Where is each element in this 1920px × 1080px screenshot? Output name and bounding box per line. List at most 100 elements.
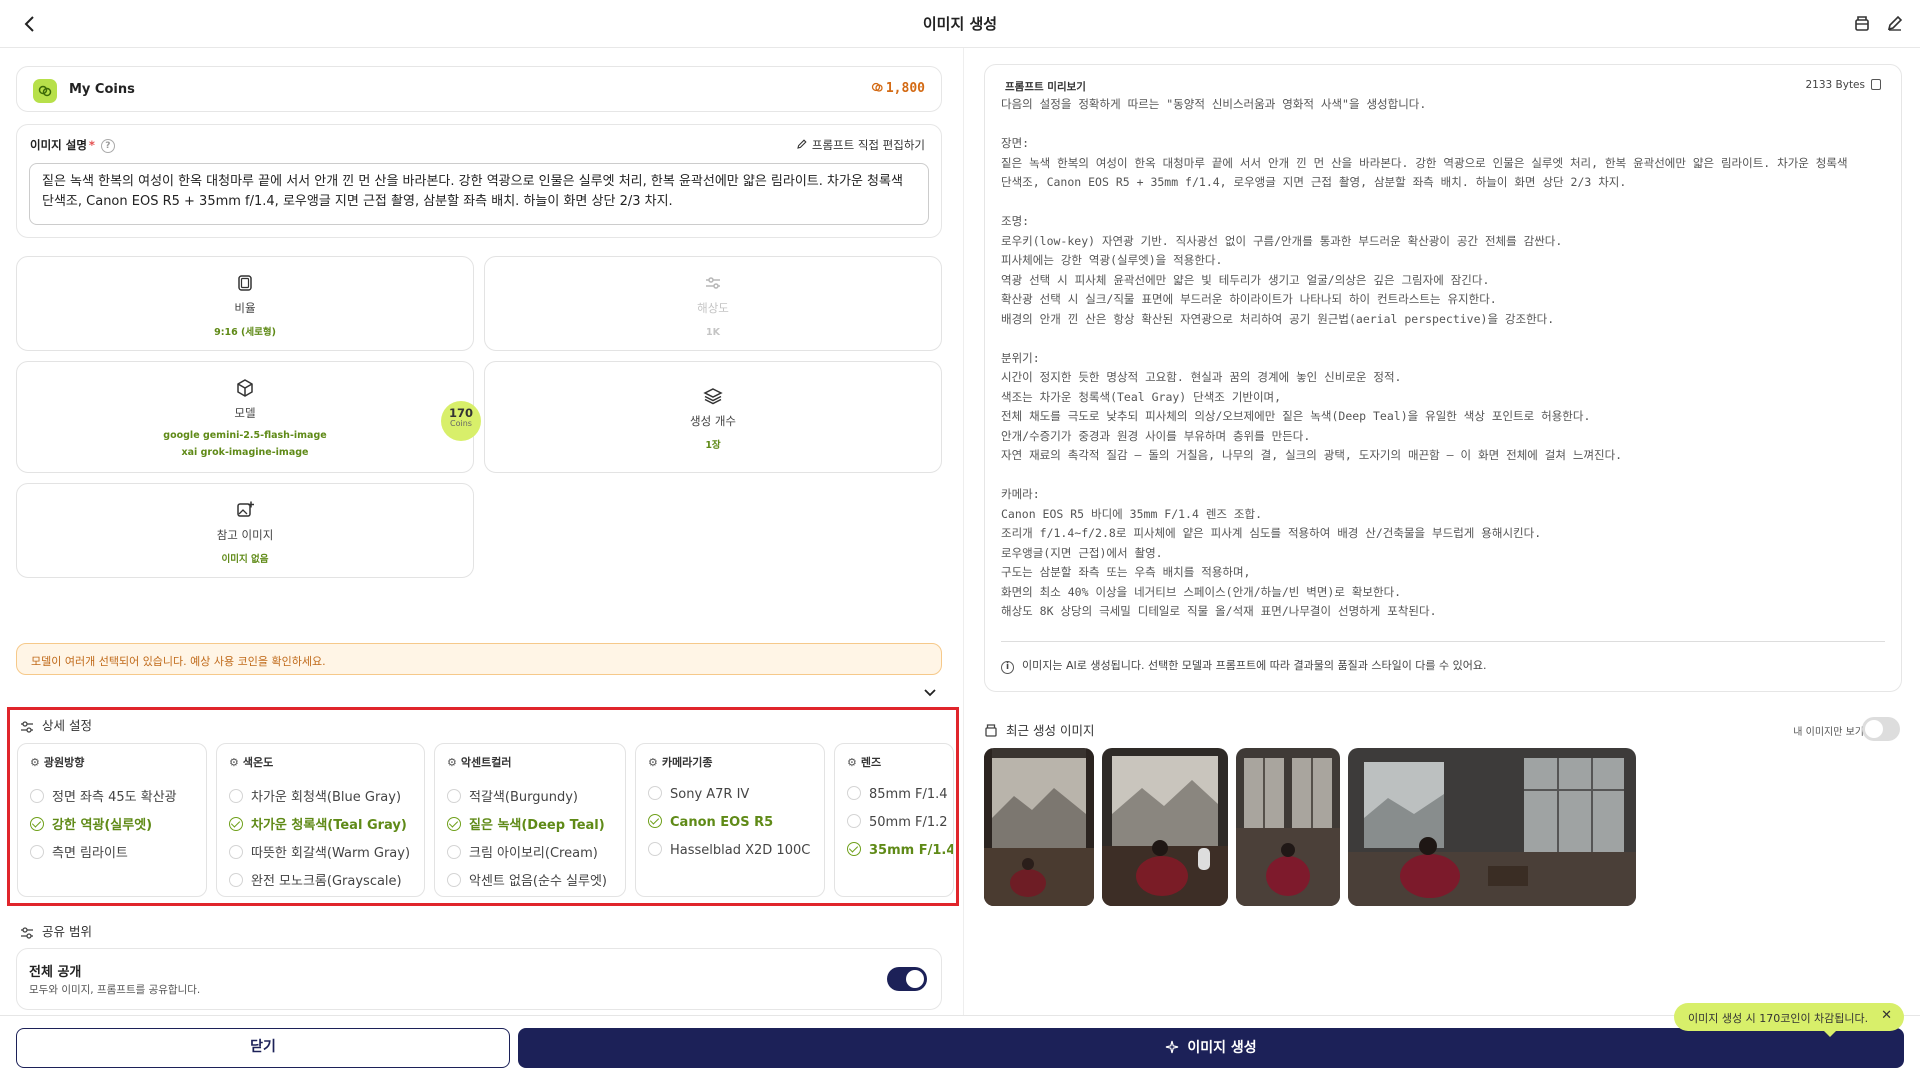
radio-option-label: Canon EOS R5 bbox=[670, 815, 774, 830]
divider bbox=[1001, 641, 1885, 642]
radio-option[interactable]: 완전 모노크롬(Grayscale) bbox=[229, 870, 402, 890]
radio-option-label: Sony A7R IV bbox=[670, 787, 750, 802]
left-panel: My Coins 1,800 이미지 설명 *? 프롬프트 직접 편집하기 짙은 … bbox=[0, 48, 963, 1015]
pencil-icon bbox=[797, 139, 807, 149]
settings-sliders-icon bbox=[21, 720, 33, 733]
close-button[interactable]: 닫기 bbox=[16, 1028, 510, 1068]
coins-value: 1,800 bbox=[871, 81, 925, 96]
coins-card: My Coins 1,800 bbox=[16, 66, 942, 112]
radio-unchecked-icon bbox=[30, 845, 44, 859]
radio-option-label: 따뜻한 회갈색(Warm Gray) bbox=[251, 846, 411, 861]
radio-unchecked-icon bbox=[648, 842, 662, 856]
layers-icon bbox=[703, 388, 723, 405]
share-toggle[interactable] bbox=[887, 967, 927, 991]
radio-option-label: 크림 아이보리(Cream) bbox=[469, 846, 598, 861]
generate-image-button[interactable]: 이미지 생성 bbox=[518, 1028, 1904, 1068]
my-images-only-label: 내 이미지만 보기 bbox=[1793, 727, 1864, 738]
radio-option[interactable]: 강한 역광(실루엣) bbox=[30, 814, 152, 834]
gear-icon: ⚙ bbox=[847, 756, 857, 769]
model-coin-unit: Coins bbox=[450, 419, 472, 428]
radio-option[interactable]: 85mm F/1.4 bbox=[847, 786, 948, 806]
radio-checked-icon bbox=[229, 817, 243, 831]
recent-image-thumbnail[interactable] bbox=[1102, 748, 1228, 906]
edit-pen-icon[interactable] bbox=[1884, 12, 1906, 34]
resolution-value: 1K bbox=[706, 327, 720, 338]
coin-logo-icon bbox=[33, 79, 57, 103]
radio-option[interactable]: 짙은 녹색(Deep Teal) bbox=[447, 814, 605, 834]
ratio-option[interactable]: 비율 9:16 (세로형) bbox=[16, 256, 474, 351]
recent-image-thumbnail[interactable] bbox=[984, 748, 1094, 906]
radio-checked-icon bbox=[648, 814, 662, 828]
copy-icon[interactable] bbox=[1871, 79, 1881, 90]
radio-option-label: 35mm F/1.4 bbox=[869, 843, 954, 858]
radio-option[interactable]: 35mm F/1.4 bbox=[847, 842, 954, 862]
recent-image-thumbnail[interactable] bbox=[1236, 748, 1340, 906]
aspect-ratio-icon bbox=[238, 275, 252, 291]
coins-label: My Coins bbox=[69, 82, 135, 97]
radio-option[interactable]: 적갈색(Burgundy) bbox=[447, 786, 578, 806]
close-icon[interactable]: ✕ bbox=[1881, 1008, 1892, 1023]
radio-option[interactable]: 악센트 없음(순수 실루엣) bbox=[447, 870, 607, 890]
ratio-value: 9:16 (세로형) bbox=[214, 327, 276, 338]
count-option[interactable]: 생성 개수 1장 bbox=[484, 361, 942, 473]
help-icon[interactable]: ? bbox=[100, 138, 115, 153]
column-header: ⚙ 색온도 bbox=[229, 756, 274, 769]
coin-deduction-toast: 이미지 생성 시 170코인이 차감됩니다. ✕ bbox=[1674, 1003, 1904, 1037]
radio-option[interactable]: Sony A7R IV bbox=[648, 786, 749, 806]
radio-option[interactable]: 측면 림라이트 bbox=[30, 842, 128, 862]
settings-column: ⚙ 악센트컬러 적갈색(Burgundy) 짙은 녹색(Deep Teal) 크림 아이… bbox=[434, 743, 626, 897]
gear-icon: ⚙ bbox=[447, 756, 457, 769]
radio-option[interactable]: 차가운 청록색(Teal Gray) bbox=[229, 814, 407, 834]
reference-image-option[interactable]: 참고 이미지 이미지 없음 bbox=[16, 483, 474, 578]
radio-unchecked-icon bbox=[229, 873, 243, 887]
page-title: 이미지 생성 bbox=[922, 15, 998, 33]
ai-notice: i 이미지는 AI로 생성됩니다. 선택한 모델과 프롬프트에 따라 결과물의 품… bbox=[1001, 657, 1487, 674]
description-textarea[interactable]: 짙은 녹색 한복의 여성이 한옥 대청마루 끝에 서서 안개 낀 먼 산을 바라… bbox=[29, 163, 929, 225]
resolution-option[interactable]: 해상도 1K bbox=[484, 256, 942, 351]
prompt-preview-card: 프롬프트 미리보기 2133 Bytes 다음의 설정을 정확하게 따르는 "동… bbox=[984, 64, 1902, 692]
share-description: 모두와 이미지, 프롬프트를 공유합니다. bbox=[29, 984, 201, 996]
radio-option-label: 50mm F/1.2 bbox=[869, 815, 948, 830]
radio-unchecked-icon bbox=[847, 814, 861, 828]
footer-bar: 닫기 이미지 생성 bbox=[0, 1015, 1920, 1080]
radio-option[interactable]: 크림 아이보리(Cream) bbox=[447, 842, 598, 862]
radio-option[interactable]: 차가운 회청색(Blue Gray) bbox=[229, 786, 401, 806]
radio-option-label: 정면 좌측 45도 확산광 bbox=[52, 790, 177, 805]
radio-unchecked-icon bbox=[229, 845, 243, 859]
chevron-down-icon[interactable] bbox=[922, 684, 938, 700]
radio-option[interactable]: Canon EOS R5 bbox=[648, 814, 773, 834]
radio-unchecked-icon bbox=[648, 786, 662, 800]
model-coin-amount: 170 bbox=[448, 406, 473, 420]
radio-option-label: 적갈색(Burgundy) bbox=[469, 790, 578, 805]
radio-option-label: 차가운 회청색(Blue Gray) bbox=[251, 790, 402, 805]
radio-unchecked-icon bbox=[229, 789, 243, 803]
count-value: 1장 bbox=[705, 440, 721, 451]
radio-option[interactable]: 따뜻한 회갈색(Warm Gray) bbox=[229, 842, 410, 862]
gear-icon: ⚙ bbox=[229, 756, 239, 769]
radio-unchecked-icon bbox=[447, 789, 461, 803]
edit-prompt-link[interactable]: 프롬프트 직접 편집하기 bbox=[796, 137, 925, 153]
model-option[interactable]: 모델 google gemini-2.5-flash-image xai gro… bbox=[16, 361, 474, 473]
radio-option[interactable]: 50mm F/1.2 bbox=[847, 814, 948, 834]
recent-image-thumbnail[interactable] bbox=[1348, 748, 1636, 906]
my-images-only-toggle[interactable] bbox=[1862, 717, 1900, 741]
top-bar: 이미지 생성 bbox=[0, 0, 1920, 48]
model-title: 모델 bbox=[234, 406, 256, 420]
share-scope-title: 공유 범위 bbox=[20, 921, 92, 940]
archive-icon bbox=[985, 724, 997, 737]
byte-count: 2133 Bytes bbox=[1805, 79, 1881, 91]
reference-title: 참고 이미지 bbox=[216, 528, 274, 542]
reference-value: 이미지 없음 bbox=[221, 554, 269, 565]
radio-checked-icon bbox=[847, 842, 861, 856]
archive-icon[interactable] bbox=[1851, 12, 1873, 34]
sparkle-icon bbox=[1166, 1040, 1179, 1054]
coin-icon bbox=[871, 82, 883, 92]
radio-option[interactable]: Hasselblad X2D 100C bbox=[648, 842, 810, 862]
radio-option[interactable]: 정면 좌측 45도 확산광 bbox=[30, 786, 177, 806]
settings-column: ⚙ 카메라기종 Sony A7R IV Canon EOS R5 Hasselblad … bbox=[635, 743, 825, 897]
radio-unchecked-icon bbox=[447, 873, 461, 887]
radio-option-label: 강한 역광(실루엣) bbox=[52, 818, 153, 833]
gear-icon: ⚙ bbox=[648, 756, 658, 769]
column-header: ⚙ 카메라기종 bbox=[648, 756, 713, 769]
radio-option-label: 악센트 없음(순수 실루엣) bbox=[469, 874, 608, 889]
